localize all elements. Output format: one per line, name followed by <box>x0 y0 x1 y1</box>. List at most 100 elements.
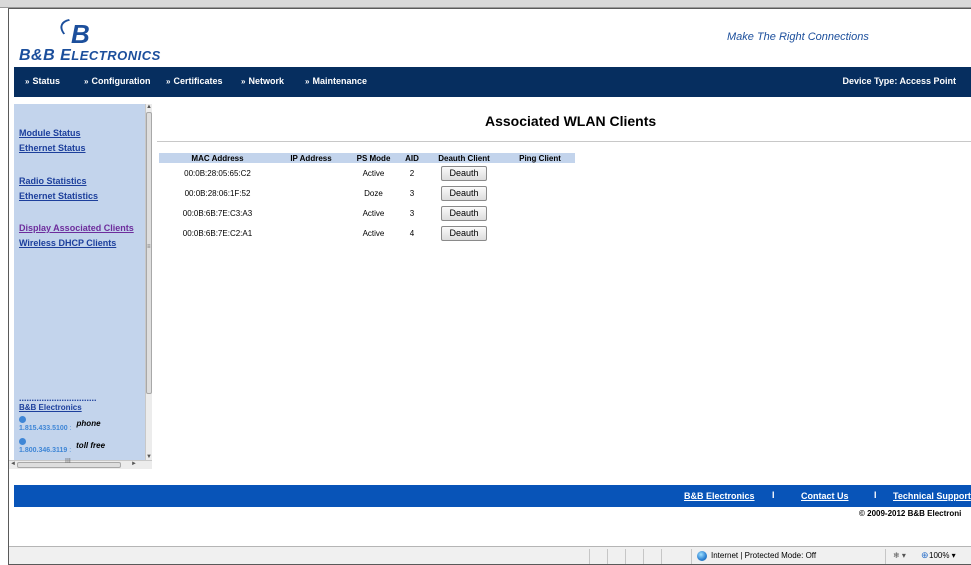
nav-configuration[interactable]: » Configuration <box>84 76 150 86</box>
nav-network-label: Network <box>248 76 284 86</box>
deauth-cell: Deauth <box>423 163 505 183</box>
mac-address-cell: 00:0B:6B:7E:C2:A1 <box>182 228 253 238</box>
tollfree-number[interactable]: 1.800.346.3119 <box>19 447 67 454</box>
page-title: Associated WLAN Clients <box>485 113 657 129</box>
wlan-clients-table: MAC Address IP Address PS Mode AID Deaut… <box>159 153 575 243</box>
mac-address-cell: 00:0B:28:05:65:C2 <box>184 168 251 178</box>
logo-wordmark-lead: B&B <box>19 47 56 64</box>
protected-mode-icon[interactable]: ❄ ▾ <box>893 551 906 560</box>
table-row: 00:0B:28:05:65:C2 Active 2 Deauth <box>159 163 575 183</box>
tagline: Make The Right Connections <box>727 31 869 43</box>
arrow-right-icon[interactable]: ► <box>131 461 137 467</box>
column-header: Ping Client <box>505 153 575 163</box>
deauth-button[interactable]: Deauth <box>441 185 487 201</box>
ps-mode-cell: Active <box>362 168 385 178</box>
chevron-down-icon: » <box>25 77 30 86</box>
deauth-cell: Deauth <box>423 223 505 243</box>
phone-icon <box>19 416 26 423</box>
deauth-button[interactable]: Deauth <box>441 205 487 221</box>
sidebar-link-radio-statistics[interactable]: Radio Statistics <box>19 176 87 186</box>
footer-link-bb-electronics[interactable]: B&B Electronics <box>684 491 755 501</box>
status-divider <box>691 549 692 564</box>
aid-cell: 3 <box>409 208 415 218</box>
sidebar-link-ethernet-status[interactable]: Ethernet Status <box>19 143 86 153</box>
chevron-down-icon: » <box>305 77 310 86</box>
status-divider <box>607 549 608 564</box>
sidebar-vertical-scrollbar[interactable]: ▲ ≡ ▼ <box>145 104 152 460</box>
ps-mode-cell: Active <box>362 208 385 218</box>
deauth-cell: Deauth <box>423 203 505 223</box>
main-nav: » Status » Configuration » Certificates » Ne… <box>14 67 971 97</box>
browser-viewport: B B&B ELECTRONICS Make The Right Connect… <box>8 8 971 565</box>
ip-address-cell <box>276 183 346 203</box>
footer-bar: B&B Electronics I Contact Us I Technical… <box>14 485 971 507</box>
mac-address-cell: 00:0B:6B:7E:C3:A3 <box>182 208 253 218</box>
column-header: PS Mode <box>346 153 401 163</box>
aid-cell: 3 <box>409 188 415 198</box>
table-row: 00:0B:6B:7E:C2:A1 Active 4 Deauth <box>159 223 575 243</box>
table-header-row: MAC Address IP Address PS Mode AID Deaut… <box>159 153 575 163</box>
column-header: IP Address <box>276 153 346 163</box>
table-row: 00:0B:28:06:1F:52 Doze 3 Deauth <box>159 183 575 203</box>
nav-status[interactable]: » Status <box>25 76 60 86</box>
ping-cell <box>505 183 575 203</box>
sidebar-link-ethernet-statistics[interactable]: Ethernet Statistics <box>19 191 98 201</box>
phone-contact: 1.815.433.5100 : phone <box>19 416 101 432</box>
device-type: Device Type: Access Point <box>842 76 956 86</box>
grip-icon: III <box>65 458 71 465</box>
phone-icon <box>19 438 26 445</box>
arrow-left-icon[interactable]: ◄ <box>10 461 16 467</box>
sidebar-link-wireless-dhcp-clients[interactable]: Wireless DHCP Clients <box>19 238 116 248</box>
browser-top-edge <box>0 0 971 8</box>
status-divider <box>643 549 644 564</box>
sidebar-link-module-status[interactable]: Module Status <box>19 128 81 138</box>
company-logo: B B&B ELECTRONICS <box>19 11 209 69</box>
nav-maintenance[interactable]: » Maintenance <box>305 76 367 86</box>
nav-certificates[interactable]: » Certificates <box>166 76 222 86</box>
chevron-down-icon: » <box>84 77 89 86</box>
browser-status-bar: Internet | Protected Mode: Off ❄ ▾ ⊕ 100… <box>9 546 971 564</box>
deauth-button[interactable]: Deauth <box>441 165 487 181</box>
status-divider <box>589 549 590 564</box>
ip-address-cell <box>276 163 346 183</box>
sidebar-divider: ............................... <box>19 393 97 403</box>
internet-zone-globe-icon <box>697 551 707 561</box>
nav-certificates-label: Certificates <box>173 76 223 86</box>
phone-separator: : <box>69 425 72 432</box>
sidebar-company-link[interactable]: B&B Electronics <box>19 403 82 412</box>
tollfree-label: toll free <box>76 441 106 450</box>
table-row: 00:0B:6B:7E:C3:A3 Active 3 Deauth <box>159 203 575 223</box>
nav-status-label: Status <box>32 76 60 86</box>
ip-address-cell <box>276 203 346 223</box>
status-divider <box>661 549 662 564</box>
ip-address-cell <box>276 223 346 243</box>
footer-link-contact-us[interactable]: Contact Us <box>801 491 849 501</box>
sidebar-scroll-thumb[interactable] <box>146 112 152 394</box>
phone-label: phone <box>76 419 101 428</box>
column-header: AID <box>401 153 423 163</box>
sidebar-horizontal-scrollbar[interactable]: ◄ III ► <box>9 458 152 469</box>
deauth-button[interactable]: Deauth <box>441 225 487 241</box>
nav-configuration-label: Configuration <box>91 76 151 86</box>
status-divider <box>625 549 626 564</box>
footer-link-technical-support[interactable]: Technical Support <box>893 491 971 501</box>
footer-separator: I <box>772 490 775 500</box>
ping-cell <box>505 163 575 183</box>
phone-number[interactable]: 1.815.433.5100 <box>19 425 68 432</box>
zoom-level[interactable]: 100% ▾ <box>929 551 956 560</box>
ps-mode-cell: Active <box>362 228 385 238</box>
logo-wordmark-e: E <box>60 47 72 64</box>
ping-cell <box>505 203 575 223</box>
arrow-up-icon[interactable]: ▲ <box>146 104 152 110</box>
logo-wordmark-rest: LECTRONICS <box>71 48 161 63</box>
sidebar-link-display-associated-clients[interactable]: Display Associated Clients <box>19 223 134 233</box>
security-zone[interactable]: Internet | Protected Mode: Off <box>711 551 816 560</box>
ps-mode-cell: Doze <box>364 188 383 198</box>
copyright: © 2009-2012 B&B Electroni <box>859 509 962 518</box>
chevron-down-icon: » <box>241 77 246 86</box>
tollfree-separator: : <box>69 447 72 454</box>
ping-cell <box>505 223 575 243</box>
tollfree-contact: 1.800.346.3119 : toll free <box>19 438 105 454</box>
nav-network[interactable]: » Network <box>241 76 284 86</box>
zoom-icon[interactable]: ⊕ <box>921 550 929 561</box>
